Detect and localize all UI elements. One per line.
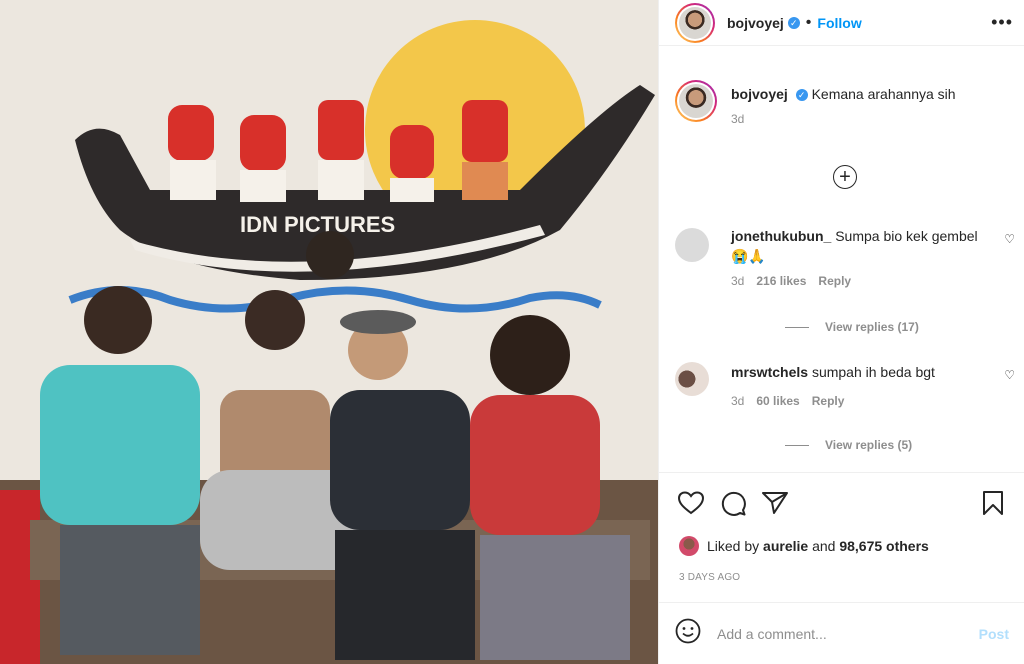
separator-dot: • bbox=[805, 13, 812, 31]
heart-icon[interactable] bbox=[671, 483, 711, 523]
mural-label: IDN PICTURES bbox=[240, 212, 395, 237]
comments-section: bojvoyej ✓ Kemana arahannya sih 3d + jon… bbox=[659, 70, 1024, 452]
follow-button[interactable]: Follow bbox=[817, 15, 861, 31]
share-icon[interactable] bbox=[755, 483, 795, 523]
comment-item: jonethukubun_ Sumpa bio kek gembel😭🙏 3d 2… bbox=[675, 226, 1024, 288]
more-icon[interactable]: ••• bbox=[991, 12, 1013, 33]
caption-username[interactable]: bojvoyej bbox=[731, 86, 788, 102]
caption-text: Kemana arahannya sih bbox=[811, 86, 956, 102]
view-replies-button[interactable]: View replies (5) bbox=[785, 438, 912, 452]
bookmark-icon[interactable] bbox=[973, 483, 1013, 523]
caption: bojvoyej ✓ Kemana arahannya sih 3d bbox=[675, 80, 1009, 126]
action-bar bbox=[659, 472, 1024, 532]
emoji-icon[interactable] bbox=[675, 618, 701, 649]
post-sidebar: bojvoyej ✓ • Follow ••• bojvoyej ✓ Keman… bbox=[658, 0, 1024, 664]
likes-summary: Liked by aurelie and 98,675 others bbox=[679, 536, 1009, 556]
caption-avatar[interactable] bbox=[675, 80, 717, 122]
comment-text: sumpah ih beda bgt bbox=[811, 364, 935, 380]
comment-input[interactable]: Add a comment... bbox=[717, 626, 979, 642]
reply-button[interactable]: Reply bbox=[818, 274, 851, 288]
comment-username[interactable]: jonethukubun_ bbox=[731, 228, 831, 244]
reply-divider bbox=[785, 326, 809, 328]
comment-icon[interactable] bbox=[713, 483, 753, 523]
comment-like-icon[interactable]: ♡ bbox=[1004, 368, 1015, 382]
comment-like-icon[interactable]: ♡ bbox=[1004, 232, 1015, 246]
add-comment-bar: Add a comment... Post bbox=[659, 602, 1024, 664]
comment-item: mrswtchels sumpah ih beda bgt 3d 60 likes… bbox=[675, 362, 1024, 408]
comment-time[interactable]: 3d bbox=[731, 394, 744, 408]
liked-by-prefix: Liked by bbox=[707, 538, 760, 554]
view-replies-label: View replies (5) bbox=[825, 438, 913, 452]
plus-icon[interactable]: + bbox=[833, 165, 857, 189]
comment-username[interactable]: mrswtchels bbox=[731, 364, 808, 380]
post-photo[interactable]: IDN PICTURES bbox=[0, 0, 658, 664]
post-button[interactable]: Post bbox=[979, 626, 1009, 642]
comment-likes[interactable]: 60 likes bbox=[756, 394, 799, 408]
verified-icon: ✓ bbox=[795, 89, 808, 102]
view-replies-button[interactable]: View replies (17) bbox=[785, 320, 919, 334]
caption-time[interactable]: 3d bbox=[731, 112, 956, 126]
comment-avatar[interactable] bbox=[675, 362, 709, 396]
liker-avatar[interactable] bbox=[679, 536, 699, 556]
post-header: bojvoyej ✓ • Follow ••• bbox=[659, 0, 1024, 46]
liked-by-and: and bbox=[812, 538, 836, 554]
mural-illustration: IDN PICTURES bbox=[0, 0, 658, 664]
view-replies-label: View replies (17) bbox=[825, 320, 919, 334]
post-date[interactable]: 3 DAYS AGO bbox=[679, 572, 740, 583]
verified-icon: ✓ bbox=[787, 16, 800, 29]
comment-time[interactable]: 3d bbox=[731, 274, 744, 288]
reply-button[interactable]: Reply bbox=[812, 394, 845, 408]
liker-username[interactable]: aurelie bbox=[763, 538, 808, 554]
comment-avatar[interactable] bbox=[675, 228, 709, 262]
author-username[interactable]: bojvoyej bbox=[727, 15, 784, 31]
likes-count[interactable]: 98,675 others bbox=[839, 538, 929, 554]
author-avatar[interactable] bbox=[675, 2, 715, 43]
reply-divider bbox=[785, 444, 809, 446]
comment-likes[interactable]: 216 likes bbox=[756, 274, 806, 288]
